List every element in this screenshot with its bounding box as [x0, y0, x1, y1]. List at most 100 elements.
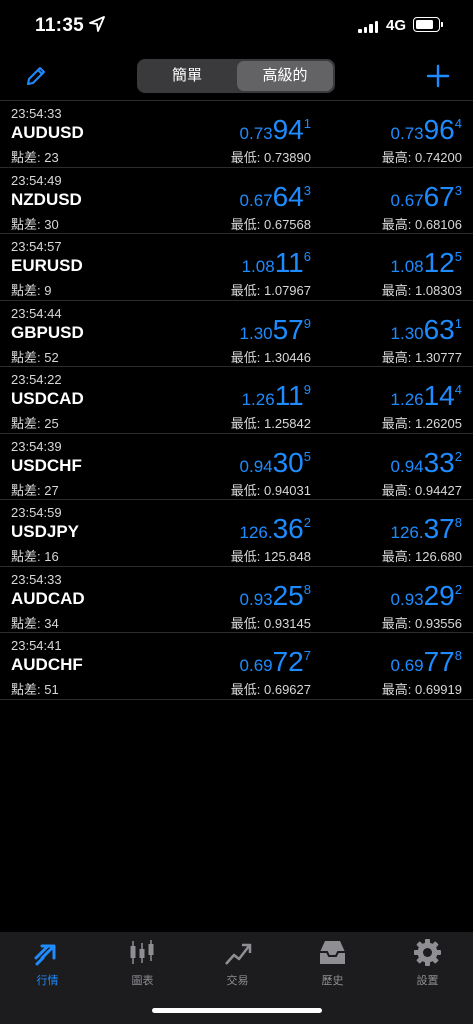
tab-trade[interactable]: 交易	[190, 932, 285, 992]
quote-row-usdjpy[interactable]: 23:54:59 USDJPY 點差: 16 126.362 126.378 最低: 12…	[0, 500, 473, 567]
bid-price-fraction: 9	[303, 315, 311, 331]
quote-row-audusd[interactable]: 23:54:33 AUDUSD 點差: 23 0.73941 0.73964 最低: 0.…	[0, 101, 473, 168]
ask-price[interactable]: 0.94332	[391, 447, 462, 479]
home-indicator	[152, 1008, 322, 1013]
bid-price-prefix: 0.69	[239, 656, 273, 675]
ask-price[interactable]: 0.93292	[391, 580, 462, 612]
daily-high: 最高: 0.93556	[381, 615, 462, 631]
daily-high: 最高: 126.680	[381, 549, 462, 564]
quote-time: 23:54:33	[11, 106, 62, 121]
daily-low: 最低: 0.73890	[230, 150, 311, 165]
symbol-name: USDCHF	[11, 455, 82, 475]
bid-price[interactable]: 0.69727	[240, 646, 311, 678]
tab-chart[interactable]: 圖表	[95, 932, 190, 992]
bid-price[interactable]: 0.67643	[240, 181, 311, 213]
ask-price-prefix: 126.	[390, 523, 424, 542]
ask-price-pips: 37	[423, 513, 455, 544]
status-time: 11:35	[35, 15, 85, 36]
bid-price-pips: 11	[274, 247, 304, 278]
spread: 點差: 52	[11, 349, 59, 365]
bid-price-pips: 94	[272, 114, 304, 145]
quote-row-audcad[interactable]: 23:54:33 AUDCAD 點差: 34 0.93258 0.93292 最低: 0.…	[0, 567, 473, 633]
tab-history[interactable]: 歷史	[285, 932, 380, 992]
quote-row-gbpusd[interactable]: 23:54:44 GBPUSD 點差: 52 1.30579 1.30631 最低: 1.…	[0, 301, 473, 367]
ask-price[interactable]: 1.08125	[391, 247, 462, 279]
spread: 點差: 23	[11, 150, 59, 165]
tab-label: 行情	[36, 975, 59, 987]
segment-simple[interactable]: 簡單	[139, 61, 235, 91]
location-arrow-icon	[89, 16, 105, 32]
bid-price-pips: 36	[272, 513, 304, 544]
add-symbol-plus-icon[interactable]	[426, 64, 450, 88]
quote-row-usdchf[interactable]: 23:54:39 USDCHF 點差: 27 0.94305 0.94332 最低: 0.…	[0, 434, 473, 500]
ask-price-pips: 29	[423, 579, 455, 611]
quotes-list: 23:54:33 AUDUSD 點差: 23 0.73941 0.73964 最低: 0.…	[0, 101, 473, 700]
daily-low: 最低: 125.848	[230, 549, 311, 564]
quote-row-nzdusd[interactable]: 23:54:49 NZDUSD 點差: 30 0.67643 0.67673 最低: 0.…	[0, 168, 473, 234]
network-type: 4G	[386, 17, 407, 34]
symbol-name: AUDCHF	[11, 655, 83, 674]
view-mode-segmented-control: 簡單 高級的	[137, 59, 335, 93]
bid-price[interactable]: 126.362	[240, 513, 311, 545]
bid-price[interactable]: 0.73941	[240, 114, 311, 146]
ask-price-fraction: 4	[454, 116, 462, 131]
bid-price[interactable]: 1.30579	[240, 314, 311, 346]
ask-price[interactable]: 0.73964	[391, 114, 462, 146]
bid-price-prefix: 1.30	[239, 323, 273, 343]
bid-price[interactable]: 0.93258	[240, 580, 311, 612]
ask-price-pips: 12	[423, 247, 455, 278]
ask-price-pips: 96	[423, 114, 455, 145]
tab-label: 交易	[226, 975, 249, 987]
ask-price-prefix: 0.73	[390, 124, 424, 143]
ask-price-prefix: 1.26	[390, 390, 424, 409]
tab-quotes[interactable]: 行情	[0, 932, 95, 992]
bid-price-pips: 64	[272, 180, 304, 212]
ask-price[interactable]: 1.30631	[391, 314, 462, 346]
quotes-icon	[34, 944, 56, 966]
ask-price[interactable]: 0.67673	[391, 181, 462, 213]
bid-price-prefix: 0.93	[239, 589, 273, 609]
quote-row-usdcad[interactable]: 23:54:22 USDCAD 點差: 25 1.26119 1.26144 最低: 1.…	[0, 367, 473, 434]
bid-price-prefix: 0.73	[239, 124, 273, 143]
daily-high: 最高: 1.26205	[381, 416, 462, 431]
spread: 點差: 9	[11, 283, 52, 298]
bid-price-prefix: 126.	[239, 523, 273, 542]
daily-low: 最低: 1.30446	[230, 349, 311, 365]
bid-price-pips: 72	[272, 646, 304, 677]
quote-time: 23:54:57	[11, 239, 62, 254]
pencil-edit-icon[interactable]	[24, 64, 48, 88]
bid-price-fraction: 7	[303, 648, 311, 663]
ask-price-fraction: 8	[454, 648, 462, 663]
bid-price-fraction: 8	[303, 581, 311, 597]
daily-low: 最低: 0.93145	[230, 615, 311, 631]
bid-price[interactable]: 0.94305	[240, 447, 311, 479]
symbol-name: EURUSD	[11, 256, 83, 275]
ask-price-fraction: 1	[454, 315, 462, 331]
ask-price-pips: 63	[423, 313, 455, 345]
spread: 點差: 27	[11, 482, 59, 498]
bid-price-fraction: 2	[303, 515, 311, 530]
tab-label: 圖表	[131, 975, 154, 987]
ask-price-pips: 77	[423, 646, 455, 677]
bid-price[interactable]: 1.08116	[242, 247, 311, 279]
ask-price[interactable]: 0.69778	[391, 646, 462, 678]
segment-advanced[interactable]: 高級的	[237, 61, 333, 91]
ask-price[interactable]: 1.26144	[391, 380, 462, 412]
quote-time: 23:54:39	[11, 438, 62, 454]
quote-time: 23:54:22	[11, 372, 62, 387]
chart-icon	[130, 940, 154, 964]
spread: 點差: 30	[11, 216, 59, 232]
trade-icon	[225, 943, 252, 965]
bid-price-fraction: 5	[303, 448, 311, 464]
spread: 點差: 16	[11, 549, 59, 564]
ask-price[interactable]: 126.378	[391, 513, 462, 545]
spread: 點差: 25	[11, 416, 59, 431]
symbol-name: USDJPY	[11, 522, 80, 541]
tab-settings[interactable]: 設置	[380, 932, 473, 992]
quote-row-audchf[interactable]: 23:54:41 AUDCHF 點差: 51 0.69727 0.69778 最低: 0.…	[0, 633, 473, 700]
daily-high: 最高: 0.74200	[381, 150, 462, 165]
bid-price[interactable]: 1.26119	[242, 380, 311, 412]
daily-low: 最低: 0.94031	[230, 482, 311, 498]
quote-row-eurusd[interactable]: 23:54:57 EURUSD 點差: 9 1.08116 1.08125 最低: 1.0…	[0, 234, 473, 301]
daily-high: 最高: 0.94427	[381, 482, 462, 498]
